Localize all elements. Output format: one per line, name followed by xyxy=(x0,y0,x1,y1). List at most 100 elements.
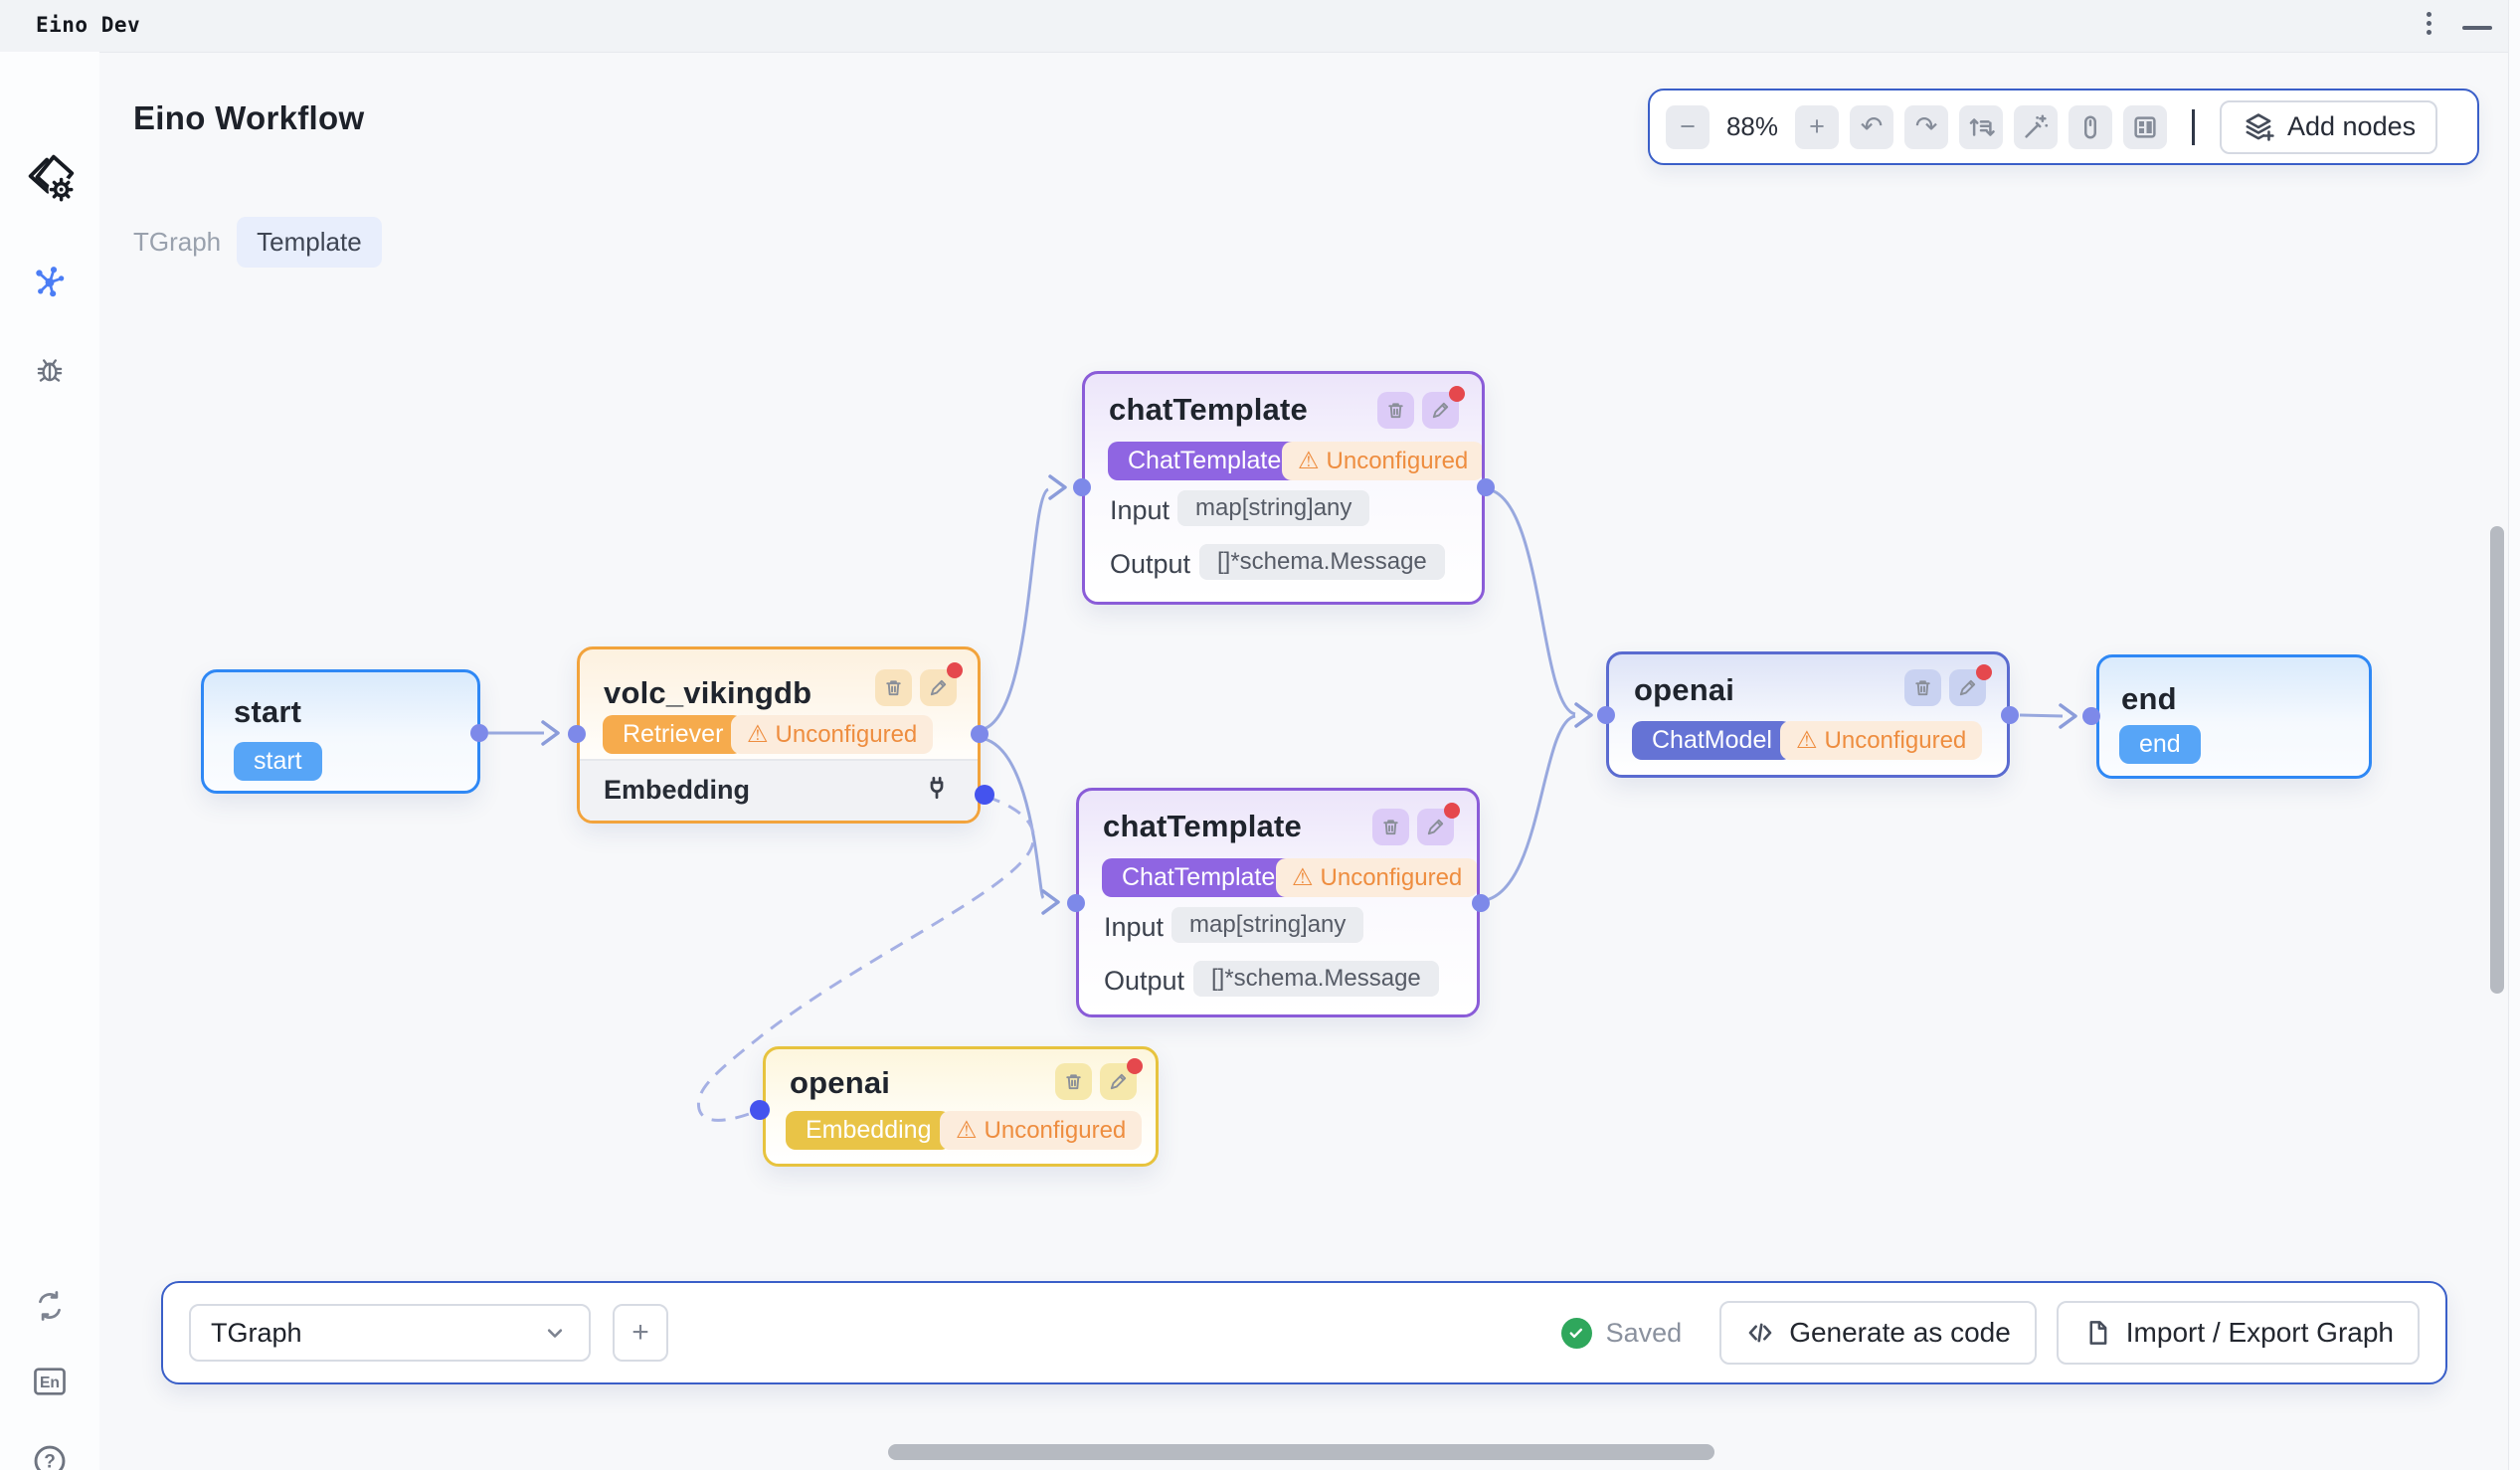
chevron-down-icon xyxy=(541,1319,569,1347)
input-type-pill: map[string]any xyxy=(1171,907,1363,943)
edge-volc-to-chat-bottom[interactable] xyxy=(980,738,1043,898)
alert-dot xyxy=(1976,664,1992,680)
graph-select[interactable]: TGraph xyxy=(189,1304,591,1362)
generate-as-code-button[interactable]: Generate as code xyxy=(1719,1301,2037,1365)
alert-dot xyxy=(1127,1058,1143,1074)
node-openai-chat-model[interactable]: openai ChatModel ⚠Unconfigured xyxy=(1606,651,2010,778)
zoom-in-button[interactable]: + xyxy=(1795,105,1839,149)
edge-chat-top-to-openai[interactable] xyxy=(1487,489,1575,714)
window-minimize-icon[interactable] xyxy=(2462,26,2492,30)
unconfigured-badge: ⚠Unconfigured xyxy=(1780,721,1982,760)
edge-openai-to-end[interactable] xyxy=(2020,715,2063,716)
vertical-scrollbar[interactable] xyxy=(2490,526,2504,994)
workflow-graph-icon[interactable] xyxy=(31,263,69,300)
unconfigured-badge: ⚠Unconfigured xyxy=(940,1111,1142,1150)
delete-node-button[interactable] xyxy=(1372,809,1409,845)
node-type-badge: Embedding xyxy=(786,1111,951,1150)
alert-dot xyxy=(1444,803,1460,819)
canvas-toolbar: − 88% + ↶ ↷ Add nodes xyxy=(1648,89,2479,165)
delete-node-button[interactable] xyxy=(1377,392,1414,429)
sidebar: En ? xyxy=(0,52,99,1470)
warning-icon: ⚠ xyxy=(747,723,769,747)
node-title: openai xyxy=(1634,672,1734,708)
embedding-slot-label: Embedding xyxy=(604,775,750,806)
arrowhead xyxy=(1050,476,1065,498)
warning-icon: ⚠ xyxy=(956,1119,978,1143)
add-nodes-label: Add nodes xyxy=(2287,111,2416,142)
warning-icon: ⚠ xyxy=(1298,450,1320,473)
node-title: openai xyxy=(790,1065,890,1101)
auto-layout-button[interactable] xyxy=(1959,105,2003,149)
toolbar-divider xyxy=(2192,109,2195,145)
warning-icon: ⚠ xyxy=(1796,729,1818,753)
input-type-pill: map[string]any xyxy=(1177,490,1369,526)
plug-icon xyxy=(922,774,952,804)
node-title: chatTemplate xyxy=(1103,809,1302,844)
page-title: Eino Workflow xyxy=(133,99,364,137)
undo-button[interactable]: ↶ xyxy=(1850,105,1893,149)
node-type-badge: ChatTemplate xyxy=(1102,858,1295,897)
node-end[interactable]: end end xyxy=(2096,654,2372,779)
eino-logo-icon[interactable] xyxy=(21,149,79,207)
edge-volc-to-chat-top[interactable] xyxy=(980,489,1048,730)
save-status: Saved xyxy=(1561,1318,1683,1349)
redo-button[interactable]: ↷ xyxy=(1904,105,1948,149)
arrowhead xyxy=(2061,705,2075,727)
saved-label: Saved xyxy=(1606,1318,1683,1349)
window-titlebar: Eino Dev xyxy=(0,0,2520,53)
node-type-badge: ChatModel xyxy=(1632,721,1792,760)
language-en-icon[interactable]: En xyxy=(31,1363,69,1400)
graph-select-value: TGraph xyxy=(211,1318,302,1349)
arrowhead xyxy=(543,722,558,744)
layers-plus-icon xyxy=(2242,110,2275,144)
svg-text:?: ? xyxy=(44,1452,56,1470)
node-start[interactable]: start start xyxy=(201,669,480,794)
node-title: chatTemplate xyxy=(1109,392,1308,428)
sync-icon[interactable] xyxy=(32,1288,68,1324)
alert-dot xyxy=(1449,386,1465,402)
zoom-out-button[interactable]: − xyxy=(1666,105,1710,149)
edge-chat-bottom-to-openai[interactable] xyxy=(1481,716,1575,901)
delete-node-button[interactable] xyxy=(1904,669,1941,706)
node-title: end xyxy=(2121,681,2177,717)
mouse-mode-button[interactable] xyxy=(2069,105,2112,149)
delete-node-button[interactable] xyxy=(1055,1063,1092,1100)
node-title: volc_vikingdb xyxy=(604,675,811,711)
node-chat-template-top[interactable]: chatTemplate ChatTemplate ⚠Unconfigured … xyxy=(1082,371,1485,605)
magic-wand-button[interactable] xyxy=(2014,105,2058,149)
footer-bar: TGraph + Saved Generate as code Import /… xyxy=(161,1281,2447,1384)
node-volc-vikingdb[interactable]: volc_vikingdb Retriever ⚠Unconfigured Em… xyxy=(577,646,981,824)
output-type-pill: []*schema.Message xyxy=(1193,961,1439,997)
app-title: Eino Dev xyxy=(36,13,140,37)
node-openai-embedding[interactable]: openai Embedding ⚠Unconfigured xyxy=(763,1046,1159,1167)
node-chat-template-bottom[interactable]: chatTemplate ChatTemplate ⚠Unconfigured … xyxy=(1076,788,1480,1017)
delete-node-button[interactable] xyxy=(875,669,912,706)
node-type-badge: ChatTemplate xyxy=(1108,442,1301,480)
zoom-level: 88% xyxy=(1720,111,1784,142)
add-graph-button[interactable]: + xyxy=(613,1304,668,1362)
help-icon[interactable]: ? xyxy=(31,1442,69,1470)
app-window: Eino Dev En xyxy=(0,0,2520,1470)
document-icon xyxy=(2082,1318,2112,1348)
embedding-slot-row[interactable]: Embedding xyxy=(580,759,978,821)
horizontal-scrollbar[interactable] xyxy=(888,1444,1714,1460)
minimap-button[interactable] xyxy=(2123,105,2167,149)
arrowhead xyxy=(1043,891,1058,913)
svg-text:En: En xyxy=(40,1375,60,1391)
node-type-badge: Retriever xyxy=(603,715,743,754)
unconfigured-badge: ⚠Unconfigured xyxy=(731,715,933,754)
arrowhead xyxy=(1576,704,1591,726)
unconfigured-badge: ⚠Unconfigured xyxy=(1276,858,1478,897)
window-right-edge xyxy=(2508,0,2520,1470)
import-export-graph-button[interactable]: Import / Export Graph xyxy=(2057,1301,2420,1365)
breadcrumb-tab-template[interactable]: Template xyxy=(237,217,382,268)
breadcrumb: TGraph Template xyxy=(133,217,382,268)
window-menu-icon[interactable] xyxy=(2427,12,2432,35)
breadcrumb-graph-name[interactable]: TGraph xyxy=(133,227,221,258)
debug-bug-icon[interactable] xyxy=(32,352,68,388)
node-title: start xyxy=(234,694,301,730)
input-label: Input xyxy=(1110,495,1170,526)
node-badge-start: start xyxy=(234,742,322,781)
add-nodes-button[interactable]: Add nodes xyxy=(2220,100,2437,154)
output-label: Output xyxy=(1104,966,1184,997)
